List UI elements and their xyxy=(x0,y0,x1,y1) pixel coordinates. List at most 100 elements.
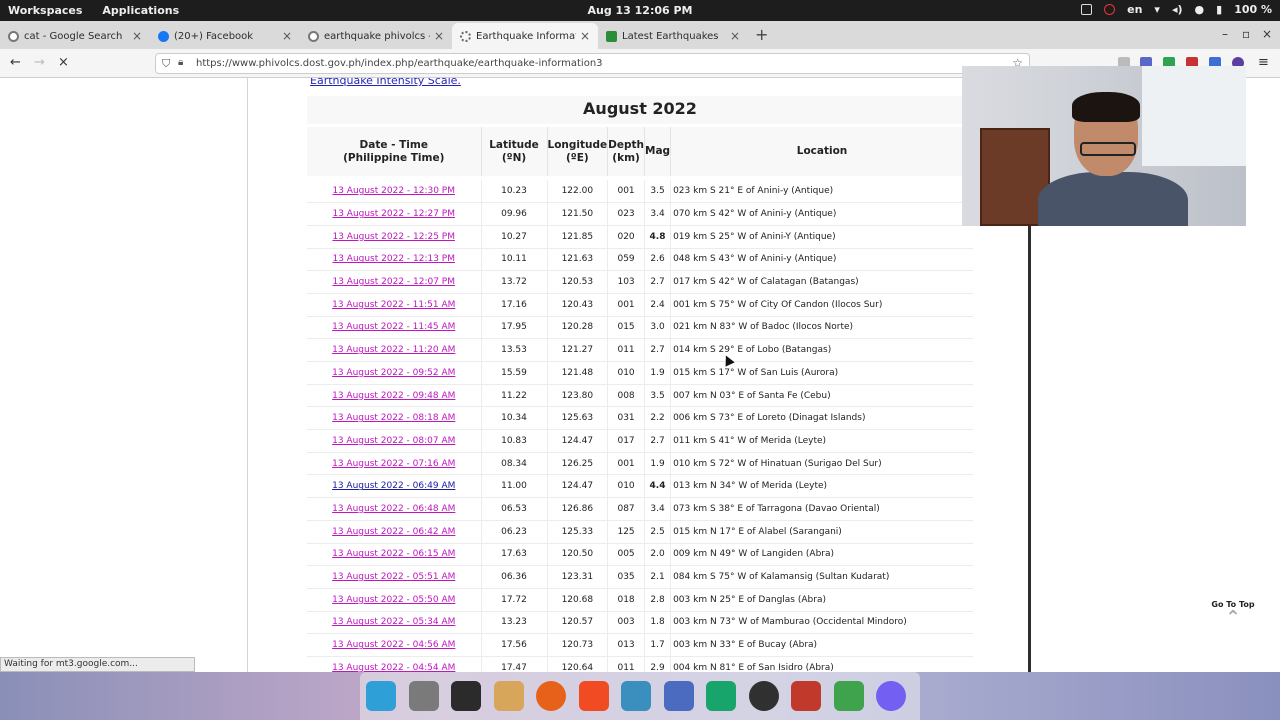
cell-mag: 3.4 xyxy=(644,497,672,521)
url-bar[interactable]: ⛉ 🔒︎ https://www.phivolcs.dost.gov.ph/in… xyxy=(155,53,1030,74)
tab-latest-earthquakes[interactable]: Latest Earthquakes × xyxy=(598,23,748,49)
close-window-icon[interactable]: × xyxy=(1262,27,1272,41)
datetime-link[interactable]: 13 August 2022 - 12:13 PM xyxy=(332,254,455,264)
maximize-icon[interactable]: ▫ xyxy=(1242,27,1250,41)
tab-facebook[interactable]: (20+) Facebook × xyxy=(150,23,300,49)
datetime-link[interactable]: 13 August 2022 - 12:07 PM xyxy=(332,277,455,287)
close-icon[interactable]: × xyxy=(132,29,142,43)
datetime-link[interactable]: 13 August 2022 - 09:52 AM xyxy=(332,368,455,378)
tab-earthquake-phivolcs-search[interactable]: earthquake phivolcs - Goog × xyxy=(300,23,452,49)
go-to-top-button[interactable]: Go To Top ⌃ xyxy=(1210,600,1256,628)
header-location: Location xyxy=(670,127,973,176)
lock-icon[interactable]: 🔒︎ xyxy=(178,57,183,68)
cell-location: 006 km S 73° E of Loreto (Dinagat Island… xyxy=(670,406,973,431)
tab-earthquake-information[interactable]: Earthquake Information × xyxy=(452,23,598,49)
datetime-link[interactable]: 13 August 2022 - 06:15 AM xyxy=(332,549,455,559)
url-text[interactable]: https://www.phivolcs.dost.gov.ph/index.p… xyxy=(196,58,603,69)
audio-icon[interactable] xyxy=(791,681,821,711)
cell-latitude: 17.56 xyxy=(481,633,548,657)
minimize-icon[interactable]: – xyxy=(1222,27,1228,41)
notification-icon[interactable] xyxy=(1104,4,1116,15)
language-indicator[interactable]: en xyxy=(1127,3,1142,16)
files-icon[interactable] xyxy=(408,681,439,711)
cell-latitude: 13.53 xyxy=(481,338,548,362)
cell-location: 084 km S 75° W of Kalamansig (Sultan Kud… xyxy=(670,565,973,589)
datetime-link[interactable]: 13 August 2022 - 04:54 AM xyxy=(332,663,455,672)
datetime-link[interactable]: 13 August 2022 - 06:48 AM xyxy=(332,504,455,514)
close-icon[interactable]: × xyxy=(730,29,740,43)
cell-latitude: 11.22 xyxy=(481,384,548,408)
brave-icon[interactable] xyxy=(578,681,609,711)
cell-location: 048 km S 43° W of Anini-y (Antique) xyxy=(670,248,973,272)
archive-icon[interactable] xyxy=(493,681,524,711)
datetime-link[interactable]: 13 August 2022 - 12:30 PM xyxy=(332,186,455,196)
close-icon[interactable]: × xyxy=(282,29,292,43)
mic-icon[interactable]: ● xyxy=(1195,3,1205,16)
cell-mag: 4.4 xyxy=(644,474,672,499)
screenshot-icon[interactable] xyxy=(621,681,651,711)
tab-cat-google-search[interactable]: cat - Google Search × xyxy=(0,23,150,49)
layers-icon[interactable] xyxy=(833,681,864,711)
tab-strip: cat - Google Search × (20+) Facebook × e… xyxy=(0,21,1280,49)
datetime-link[interactable]: 13 August 2022 - 05:51 AM xyxy=(332,572,455,582)
menu-icon[interactable]: ≡ xyxy=(1258,55,1269,70)
battery-icon[interactable]: ▮ xyxy=(1216,3,1222,16)
datetime-link[interactable]: 13 August 2022 - 08:07 AM xyxy=(332,436,455,446)
cell-location: 004 km N 81° E of San Isidro (Abra) xyxy=(670,656,973,672)
datetime-link[interactable]: 13 August 2022 - 11:20 AM xyxy=(332,345,455,355)
datetime-link[interactable]: 13 August 2022 - 11:45 AM xyxy=(332,322,455,332)
cell-datetime: 13 August 2022 - 06:15 AM xyxy=(307,543,482,567)
header-datetime: Date - Time (Philippine Time) xyxy=(307,127,482,176)
app-grid-icon[interactable] xyxy=(366,681,396,711)
intensity-scale-link[interactable]: Earthquake Intensity Scale. xyxy=(310,78,461,87)
table-row: 13 August 2022 - 11:51 AM 17.16 120.43 001 2… xyxy=(307,293,973,317)
datetime-link[interactable]: 13 August 2022 - 04:56 AM xyxy=(332,640,455,650)
close-icon[interactable]: × xyxy=(580,29,590,43)
cell-depth: 008 xyxy=(607,384,645,408)
firefox-icon[interactable] xyxy=(536,681,566,711)
obs-icon[interactable] xyxy=(748,681,779,711)
datetime-link[interactable]: 13 August 2022 - 05:50 AM xyxy=(332,595,455,605)
datetime-link[interactable]: 13 August 2022 - 12:25 PM xyxy=(332,232,455,242)
new-tab-icon[interactable]: + xyxy=(755,25,768,44)
wifi-icon[interactable]: ▾ xyxy=(1154,3,1160,16)
datetime-link[interactable]: 13 August 2022 - 06:42 AM xyxy=(332,527,455,537)
kdenlive-icon[interactable] xyxy=(663,681,694,711)
cell-location: 073 km S 38° E of Tarragona (Davao Orien… xyxy=(670,497,973,521)
table-row: 13 August 2022 - 04:56 AM 17.56 120.73 013 1… xyxy=(307,633,973,657)
cell-location: 014 km S 29° E of Lobo (Batangas) xyxy=(670,338,973,362)
cell-depth: 003 xyxy=(607,611,645,635)
datetime-link[interactable]: 13 August 2022 - 07:16 AM xyxy=(332,459,455,469)
forward-icon[interactable]: → xyxy=(34,55,45,70)
datetime-link[interactable]: 13 August 2022 - 09:48 AM xyxy=(332,391,455,401)
chevron-up-icon[interactable]: ⌃ xyxy=(1210,607,1256,628)
close-icon[interactable]: × xyxy=(434,29,444,43)
datetime-link[interactable]: 13 August 2022 - 06:49 AM xyxy=(332,481,455,491)
cell-location: 003 km N 33° E of Bucay (Abra) xyxy=(670,633,973,657)
datetime-link[interactable]: 13 August 2022 - 12:27 PM xyxy=(332,209,455,219)
stop-loading-icon[interactable]: × xyxy=(58,55,69,70)
cell-datetime: 13 August 2022 - 12:13 PM xyxy=(307,248,482,272)
cell-mag: 1.7 xyxy=(644,633,672,657)
back-icon[interactable]: ← xyxy=(10,55,21,70)
cell-depth: 010 xyxy=(607,361,645,385)
cell-datetime: 13 August 2022 - 04:54 AM xyxy=(307,656,482,672)
volume-icon[interactable]: ◂) xyxy=(1172,3,1183,16)
datetime-link[interactable]: 13 August 2022 - 11:51 AM xyxy=(332,300,455,310)
table-row: 13 August 2022 - 11:20 AM 13.53 121.27 011 2… xyxy=(307,338,973,362)
datetime-link[interactable]: 13 August 2022 - 08:18 AM xyxy=(332,413,455,423)
cell-depth: 001 xyxy=(607,293,645,317)
cell-mag: 1.9 xyxy=(644,452,672,476)
table-row: 13 August 2022 - 12:30 PM 10.23 122.00 001 3… xyxy=(307,180,973,204)
header-mag: Mag xyxy=(644,127,672,176)
cell-datetime: 13 August 2022 - 04:56 AM xyxy=(307,633,482,657)
datetime-link[interactable]: 13 August 2022 - 05:34 AM xyxy=(332,617,455,627)
pycharm-icon[interactable] xyxy=(706,681,736,711)
shield-icon[interactable]: ⛉ xyxy=(162,57,170,71)
screen-icon[interactable] xyxy=(1081,4,1093,15)
cell-longitude: 120.68 xyxy=(547,588,609,612)
cell-latitude: 08.34 xyxy=(481,452,548,476)
cell-depth: 011 xyxy=(607,656,645,672)
viber-icon[interactable] xyxy=(876,681,906,711)
terminal-icon[interactable] xyxy=(451,681,481,711)
